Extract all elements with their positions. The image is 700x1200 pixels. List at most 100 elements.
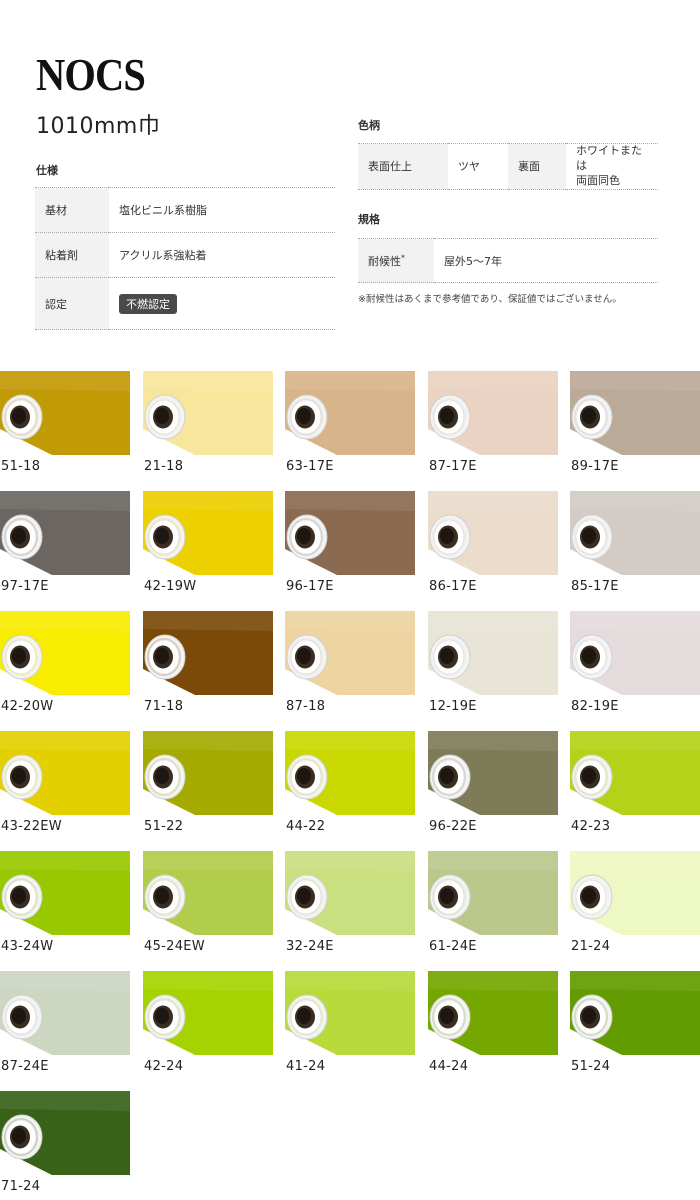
color-swatch[interactable] [570, 371, 700, 455]
roll-core-inner [12, 1008, 26, 1024]
color-swatch[interactable] [0, 731, 130, 815]
swatch-sheen [143, 851, 273, 871]
roll-core-inner [155, 408, 169, 424]
color-swatch[interactable] [143, 851, 273, 935]
color-swatch[interactable] [0, 1091, 130, 1175]
swatch-sheen [285, 971, 415, 991]
roll-core-inner [155, 648, 169, 664]
swatch-code: 89-17E [571, 459, 619, 474]
spec-table: 基材 塩化ビニル系樹脂 粘着剤 アクリル系強粘着 認定 不燃認定 [35, 187, 335, 330]
roll-core-inner [12, 648, 26, 664]
color-swatch[interactable] [0, 491, 130, 575]
swatch-code: 32-24E [286, 939, 334, 954]
swatch-sheen [570, 371, 700, 391]
spec-key: 認定 [35, 277, 109, 330]
vinyl-roll-image [0, 491, 130, 575]
swatch-code: 86-17E [429, 579, 477, 594]
color-swatch[interactable] [570, 611, 700, 695]
spec-row: 粘着剤 アクリル系強粘着 [35, 232, 335, 278]
swatch-sheen [285, 851, 415, 871]
color-swatch[interactable] [143, 971, 273, 1055]
swatch-sheen [143, 611, 273, 631]
roll-core-inner [155, 888, 169, 904]
color-swatch[interactable] [0, 851, 130, 935]
roll-core-inner [582, 408, 596, 424]
color-swatch[interactable] [143, 371, 273, 455]
color-swatch[interactable] [570, 731, 700, 815]
swatch-code: 96-22E [429, 819, 477, 834]
spec-row: 基材 塩化ビニル系樹脂 [35, 187, 335, 233]
color-swatch[interactable] [0, 371, 130, 455]
color-swatch[interactable] [285, 971, 415, 1055]
color-swatch[interactable] [428, 371, 558, 455]
vinyl-roll-image [570, 611, 700, 695]
color-swatch[interactable] [285, 611, 415, 695]
color-swatch[interactable] [428, 491, 558, 575]
roll-core-inner [582, 768, 596, 784]
color-swatch[interactable] [0, 971, 130, 1055]
vinyl-roll-image [0, 851, 130, 935]
swatch-sheen [0, 971, 130, 991]
color-swatch[interactable] [143, 611, 273, 695]
color-swatch[interactable] [570, 971, 700, 1055]
swatch-code: 71-24 [1, 1179, 41, 1194]
vinyl-roll-image [428, 731, 558, 815]
swatch-code: 87-17E [429, 459, 477, 474]
vinyl-roll-image [285, 851, 415, 935]
vinyl-roll-image [0, 971, 130, 1055]
vinyl-roll-image [0, 731, 130, 815]
vinyl-roll-image [428, 851, 558, 935]
color-swatch[interactable] [428, 971, 558, 1055]
roll-core-inner [297, 888, 311, 904]
vinyl-roll-image [143, 971, 273, 1055]
swatch-code: 85-17E [571, 579, 619, 594]
color-swatch[interactable] [570, 851, 700, 935]
color-swatch[interactable] [0, 611, 130, 695]
product-width: 1010mm巾 [36, 114, 161, 139]
spec-row: 認定 不燃認定 [35, 277, 335, 330]
swatch-code: 41-24 [286, 1059, 326, 1074]
swatch-code: 12-19E [429, 699, 477, 714]
vinyl-roll-image [285, 611, 415, 695]
roll-core-inner [12, 528, 26, 544]
vinyl-roll-image [143, 731, 273, 815]
swatch-sheen [428, 371, 558, 391]
roll-core-inner [440, 1008, 454, 1024]
vinyl-roll-image [143, 371, 273, 455]
swatch-code: 82-19E [571, 699, 619, 714]
color-swatch[interactable] [428, 851, 558, 935]
vinyl-roll-image [428, 611, 558, 695]
roll-core-inner [440, 528, 454, 544]
roll-core-inner [12, 1128, 26, 1144]
color-swatch[interactable] [143, 731, 273, 815]
vinyl-roll-image [570, 851, 700, 935]
surface-key: 表面仕上 [358, 143, 448, 190]
color-swatch[interactable] [143, 491, 273, 575]
standard-title: 規格 [358, 213, 380, 226]
swatch-code: 45-24EW [144, 939, 205, 954]
roll-core-inner [582, 888, 596, 904]
back-value: ホワイトまたは 両面同色 [566, 143, 658, 190]
color-swatch[interactable] [570, 491, 700, 575]
vinyl-roll-image [143, 611, 273, 695]
color-swatch[interactable] [428, 611, 558, 695]
swatch-code: 42-19W [144, 579, 197, 594]
color-swatch[interactable] [285, 371, 415, 455]
roll-core-inner [440, 408, 454, 424]
color-swatch[interactable] [285, 851, 415, 935]
spec-value: 不燃認定 [109, 277, 335, 330]
swatch-sheen [285, 491, 415, 511]
color-swatch[interactable] [285, 491, 415, 575]
swatch-code: 42-20W [1, 699, 54, 714]
swatch-code: 44-22 [286, 819, 326, 834]
roll-core-inner [582, 1008, 596, 1024]
swatch-sheen [0, 731, 130, 751]
roll-core-inner [12, 408, 26, 424]
pattern-table: 表面仕上 ツヤ 裏面 ホワイトまたは 両面同色 [358, 143, 658, 190]
swatch-sheen [143, 491, 273, 511]
color-swatch[interactable] [285, 731, 415, 815]
swatch-sheen [0, 611, 130, 631]
roll-core-inner [297, 408, 311, 424]
color-swatch[interactable] [428, 731, 558, 815]
swatch-sheen [570, 491, 700, 511]
